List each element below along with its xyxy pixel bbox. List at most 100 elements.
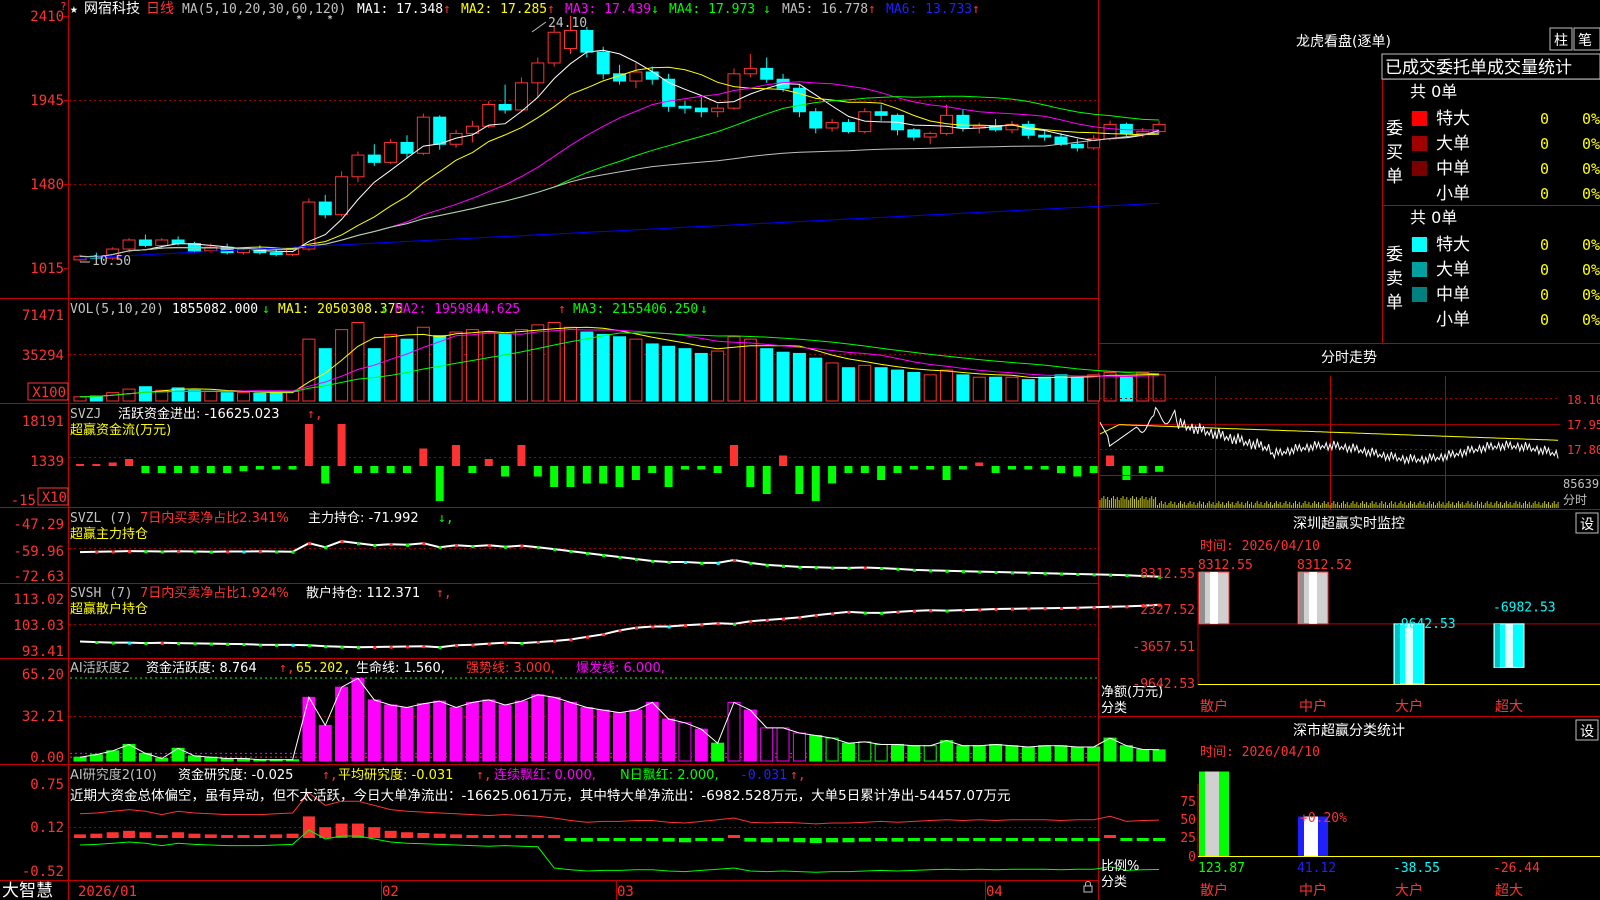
candle-up [335,176,349,216]
date-tick: 03 [617,884,634,900]
intraday-vol-tick: 856391 [1563,477,1600,491]
period-label[interactable]: 日线 [146,1,174,17]
svzl-point [782,564,786,568]
price-tick: 2410 [30,9,64,25]
order-pct: 0% [1582,160,1600,178]
intraday-avg-line [1099,424,1559,441]
svsh-point [1092,606,1096,610]
ma60-line [79,132,1160,258]
svzl-point [373,544,377,548]
volume-bar [367,348,381,402]
volume-bar [629,338,643,402]
sz-monitor-chart[interactable]: 8312.55 散户 8312.52 中户 -9642.53 大户 -6982.53 超大 [1197,558,1600,715]
intraday-chart[interactable] [1099,376,1600,510]
ma1-arrow: ↑ [443,2,451,17]
stock-name[interactable]: 网宿科技 [84,0,140,17]
svsh-point [945,609,949,613]
volume-bar [465,329,479,402]
svzj-bar [828,466,837,484]
order-color-swatch [1412,237,1427,252]
svzj-bar [223,466,232,473]
side-label-char: 单 [1386,167,1403,187]
bar-view-label: 柱 [1554,33,1568,49]
vol-value: 1855082.000 [172,302,258,317]
svsh-point [1027,607,1031,611]
price-pane[interactable] [73,16,1166,262]
ai2-bar [1005,838,1018,841]
ai2-tick: -0.52 [22,864,64,880]
ma4-value: MA4: 17.973 [669,2,755,17]
ai-activity-pane[interactable] [70,677,1166,762]
volume-bar [972,376,986,402]
ss-ylabel: 比例% [1101,859,1139,874]
ai2-research: 资金研究度: -0.025 [178,767,293,783]
ai2-bar [809,838,822,844]
volume-pane[interactable] [73,322,1166,402]
high-annotation: 24.10 [548,16,587,31]
ai1-bar [874,743,888,762]
stock-chart-canvas[interactable]: 8312.55 散户 8312.52 中户 -9642.53 大户 -6982.53 超大 1… [0,0,1600,900]
svzl-point [487,544,491,548]
intraday-tick: 17.80 [1567,443,1600,457]
candle-up [482,104,496,127]
volume-bar [1070,376,1084,402]
svzj-bar [811,466,820,501]
svzl-tick: -59.96 [13,544,64,560]
svzj-bar [631,466,640,480]
svsh-point [340,645,344,649]
candle-up [155,239,169,246]
ai2-bar [90,833,103,838]
date-separators [381,880,986,900]
price-tick: 1015 [30,261,64,277]
brand-logo[interactable]: 大智慧 [2,881,53,900]
sz-xlabel: 分类 [1101,701,1127,716]
svzj-pane[interactable] [76,424,1164,501]
ai1-bar [1087,746,1101,762]
sz-bar-label: 8312.55 [1198,558,1253,573]
candle-down [874,111,888,116]
svsh-point [994,608,998,612]
svzj-bar [680,466,689,470]
svzl-point [95,550,99,554]
ai1-burst-line: 爆发线: 6.000, [576,660,665,676]
volume-bar [792,352,806,402]
volume-bar [220,392,234,402]
svzl-point [406,543,409,547]
ma3-arrow: ↓ [651,2,659,17]
svsh-point [749,620,753,624]
svzl-point [651,559,655,563]
ai1-bar [302,696,316,762]
svzl-point [929,569,933,573]
ss-bar-highlight [1205,771,1219,856]
candle-down [907,129,921,138]
ai-research-pane[interactable] [74,792,1166,873]
svzl-point [340,540,344,544]
svzj-bar [1155,466,1164,472]
svzj-tick: 18191 [22,414,64,430]
volume-bar [237,392,250,402]
svzj-bar [958,466,967,470]
svsh-point [961,609,965,613]
volume-bar [580,331,594,402]
order-type: 大单 [1436,134,1470,154]
sz-bar-highlight [1505,623,1513,668]
intraday-label: 分时 [1563,493,1587,507]
lock-icon[interactable] [1083,885,1093,893]
ai1-bar [73,756,87,762]
sz-stats-chart[interactable]: 123.87 散户 41.12 中户 -38.55 大户 -26.44 超大 [1197,771,1600,899]
ai1-bar [384,704,398,762]
ai1-bar [825,737,839,762]
ai1-bar [318,724,332,762]
ai2-bar [548,835,561,838]
ai2-bar [678,838,691,843]
svzj-tick: 1339 [30,454,64,470]
order-count: 0 [1540,135,1549,153]
svzl-point [978,570,982,574]
ai2-bar [662,838,675,842]
ai1-bar [514,700,528,762]
ss-top-label: +0.20% [1300,811,1347,826]
svsh-pane[interactable] [79,603,1162,650]
svzl-pane[interactable] [79,540,1162,579]
sz-bar-label: -6982.53 [1493,600,1556,615]
svzj-bar [779,455,788,466]
